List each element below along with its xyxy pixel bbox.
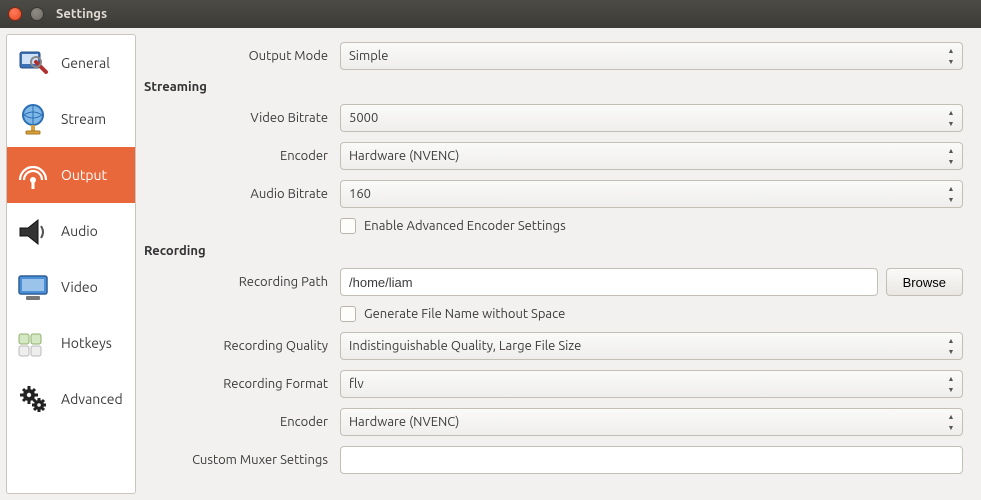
sidebar-item-label: Hotkeys xyxy=(61,335,112,351)
audio-icon xyxy=(15,213,51,249)
recording-quality-select[interactable]: Indistinguishable Quality, Large File Si… xyxy=(340,332,963,360)
sidebar-item-advanced[interactable]: Advanced xyxy=(7,371,135,427)
video-bitrate-value: 5000 xyxy=(349,111,378,125)
sidebar-item-hotkeys[interactable]: Hotkeys xyxy=(7,315,135,371)
recording-quality-label: Recording Quality xyxy=(140,339,340,353)
sidebar-item-label: Output xyxy=(61,167,107,183)
advanced-icon xyxy=(15,381,51,417)
sidebar: General Stream xyxy=(6,34,136,494)
general-icon xyxy=(15,45,51,81)
stepper-icon: ▲▼ xyxy=(943,411,959,433)
muxer-input[interactable] xyxy=(340,446,963,474)
close-icon[interactable] xyxy=(8,7,22,21)
stepper-icon: ▲▼ xyxy=(943,373,959,395)
stepper-icon: ▲▼ xyxy=(943,145,959,167)
sidebar-item-label: Video xyxy=(61,279,98,295)
minimize-icon[interactable] xyxy=(30,7,44,21)
streaming-encoder-value: Hardware (NVENC) xyxy=(349,149,459,163)
output-mode-select[interactable]: Simple ▲▼ xyxy=(340,42,963,70)
recording-encoder-select[interactable]: Hardware (NVENC) ▲▼ xyxy=(340,408,963,436)
muxer-label: Custom Muxer Settings xyxy=(140,453,340,467)
output-mode-label: Output Mode xyxy=(140,49,340,63)
sidebar-item-label: Stream xyxy=(61,111,106,127)
output-icon xyxy=(15,157,51,193)
browse-button[interactable]: Browse xyxy=(886,268,963,296)
stepper-icon: ▲▼ xyxy=(943,183,959,205)
sidebar-item-output[interactable]: Output xyxy=(7,147,135,203)
streaming-section: Streaming xyxy=(144,80,963,94)
recording-quality-value: Indistinguishable Quality, Large File Si… xyxy=(349,339,581,353)
sidebar-item-video[interactable]: Video xyxy=(7,259,135,315)
video-icon xyxy=(15,269,51,305)
audio-bitrate-select[interactable]: 160 ▲▼ xyxy=(340,180,963,208)
main-panel: Output Mode Simple ▲▼ Streaming Video Bi… xyxy=(140,34,975,494)
sidebar-item-label: Advanced xyxy=(61,391,123,407)
recording-path-input[interactable] xyxy=(340,268,878,296)
titlebar: Settings xyxy=(0,0,981,28)
stepper-icon: ▲▼ xyxy=(943,107,959,129)
audio-bitrate-label: Audio Bitrate xyxy=(140,187,340,201)
recording-format-label: Recording Format xyxy=(140,377,340,391)
sidebar-item-general[interactable]: General xyxy=(7,35,135,91)
stepper-icon: ▲▼ xyxy=(943,335,959,357)
streaming-encoder-select[interactable]: Hardware (NVENC) ▲▼ xyxy=(340,142,963,170)
advanced-encoder-checkbox-label: Enable Advanced Encoder Settings xyxy=(364,219,566,233)
content: General Stream xyxy=(0,28,981,500)
streaming-encoder-label: Encoder xyxy=(140,149,340,163)
sidebar-item-label: General xyxy=(61,55,110,71)
recording-format-select[interactable]: flv ▲▼ xyxy=(340,370,963,398)
window-title: Settings xyxy=(56,7,107,21)
recording-section: Recording xyxy=(144,244,963,258)
video-bitrate-label: Video Bitrate xyxy=(140,111,340,125)
output-mode-value: Simple xyxy=(349,49,388,63)
sidebar-item-stream[interactable]: Stream xyxy=(7,91,135,147)
sidebar-item-label: Audio xyxy=(61,223,98,239)
audio-bitrate-value: 160 xyxy=(349,187,371,201)
sidebar-item-audio[interactable]: Audio xyxy=(7,203,135,259)
no-space-checkbox[interactable] xyxy=(340,306,356,322)
recording-encoder-label: Encoder xyxy=(140,415,340,429)
hotkeys-icon xyxy=(15,325,51,361)
recording-path-label: Recording Path xyxy=(140,275,340,289)
stream-icon xyxy=(15,101,51,137)
advanced-encoder-checkbox[interactable] xyxy=(340,218,356,234)
recording-format-value: flv xyxy=(349,377,364,391)
no-space-checkbox-label: Generate File Name without Space xyxy=(364,307,565,321)
stepper-icon: ▲▼ xyxy=(943,45,959,67)
video-bitrate-input[interactable]: 5000 ▲▼ xyxy=(340,104,963,132)
recording-encoder-value: Hardware (NVENC) xyxy=(349,415,459,429)
